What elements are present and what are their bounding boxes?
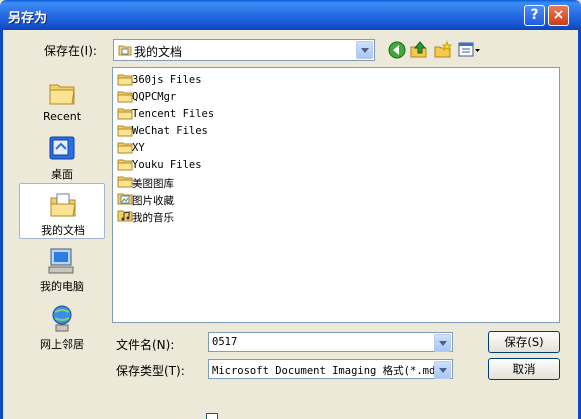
new-folder-icon[interactable]: [433, 40, 453, 60]
file-name: 我的音乐: [132, 212, 174, 224]
my-computer-icon: [48, 248, 74, 274]
pictures-folder-icon: [117, 193, 133, 205]
place-label: 我的文档: [41, 224, 85, 237]
file-name: XY: [132, 142, 145, 154]
file-name: QQPCMgr: [132, 91, 177, 103]
file-name: 图片收藏: [132, 195, 174, 207]
window-title: 另存为: [8, 11, 48, 26]
up-folder-icon[interactable]: [409, 40, 429, 60]
folder-icon: [117, 125, 133, 137]
cancel-button[interactable]: 取消: [488, 358, 560, 380]
my-documents-icon: [118, 45, 132, 56]
filetype-label: 保存类型(T):: [116, 364, 185, 378]
filename-field[interactable]: 0517: [208, 332, 453, 352]
checkbox[interactable]: [206, 413, 218, 419]
view-menu-icon[interactable]: [457, 40, 481, 60]
folder-icon: [117, 176, 133, 188]
place-mydocs[interactable]: 我的文档: [19, 183, 105, 239]
file-list[interactable]: 360js Files QQPCMgr Tencent Files WeChat Fi…: [112, 67, 560, 323]
folder-icon: [117, 142, 133, 154]
folder-icon: [117, 91, 133, 103]
title-bar[interactable]: 另存为 ? ×: [0, 0, 581, 30]
filename-value: 0517: [212, 336, 238, 348]
place-label: 桌面: [51, 168, 73, 181]
help-button[interactable]: ?: [524, 5, 545, 26]
file-name: WeChat Files: [132, 125, 208, 137]
desktop-icon: [49, 136, 75, 160]
chevron-down-icon[interactable]: [434, 334, 451, 352]
filename-label: 文件名(N):: [116, 338, 175, 352]
folder-icon: [117, 108, 133, 120]
network-icon: [52, 305, 72, 332]
close-icon: ×: [552, 7, 565, 23]
music-folder-icon: [117, 210, 133, 222]
savein-value: 我的文档: [134, 45, 183, 59]
file-name: Tencent Files: [132, 108, 215, 120]
close-button[interactable]: ×: [548, 5, 569, 26]
file-name: Youku Files: [132, 159, 202, 171]
place-network[interactable]: 网上邻居: [19, 298, 105, 354]
help-icon: ?: [530, 7, 539, 23]
place-recent[interactable]: Recent: [19, 72, 105, 128]
folder-icon: [117, 159, 133, 171]
window-frame-left: [0, 30, 3, 419]
place-mycomputer[interactable]: 我的电脑: [19, 240, 105, 296]
file-name: 美图图库: [132, 178, 174, 190]
my-documents-icon: [50, 193, 76, 217]
folder-icon: [117, 74, 133, 86]
chevron-down-icon[interactable]: [434, 361, 451, 379]
place-label: 我的电脑: [40, 280, 84, 293]
save-button[interactable]: 保存(S): [488, 331, 560, 353]
back-icon[interactable]: [387, 40, 407, 60]
filetype-dropdown[interactable]: Microsoft Document Imaging 格式(*.mdi: [208, 359, 453, 379]
place-label: 网上邻居: [40, 338, 84, 351]
chevron-down-icon[interactable]: [356, 41, 373, 59]
place-label: Recent: [42, 110, 82, 123]
savein-label: 保存在(I):: [44, 44, 97, 58]
file-name: 360js Files: [132, 74, 202, 86]
place-desktop[interactable]: 桌面: [19, 128, 105, 184]
filetype-value: Microsoft Document Imaging 格式(*.mdi: [212, 365, 442, 377]
savein-dropdown[interactable]: 我的文档: [113, 39, 375, 61]
recent-icon: [49, 84, 75, 105]
places-bar: Recent 桌面 我的文档 我的电脑 网上邻居: [19, 66, 105, 360]
